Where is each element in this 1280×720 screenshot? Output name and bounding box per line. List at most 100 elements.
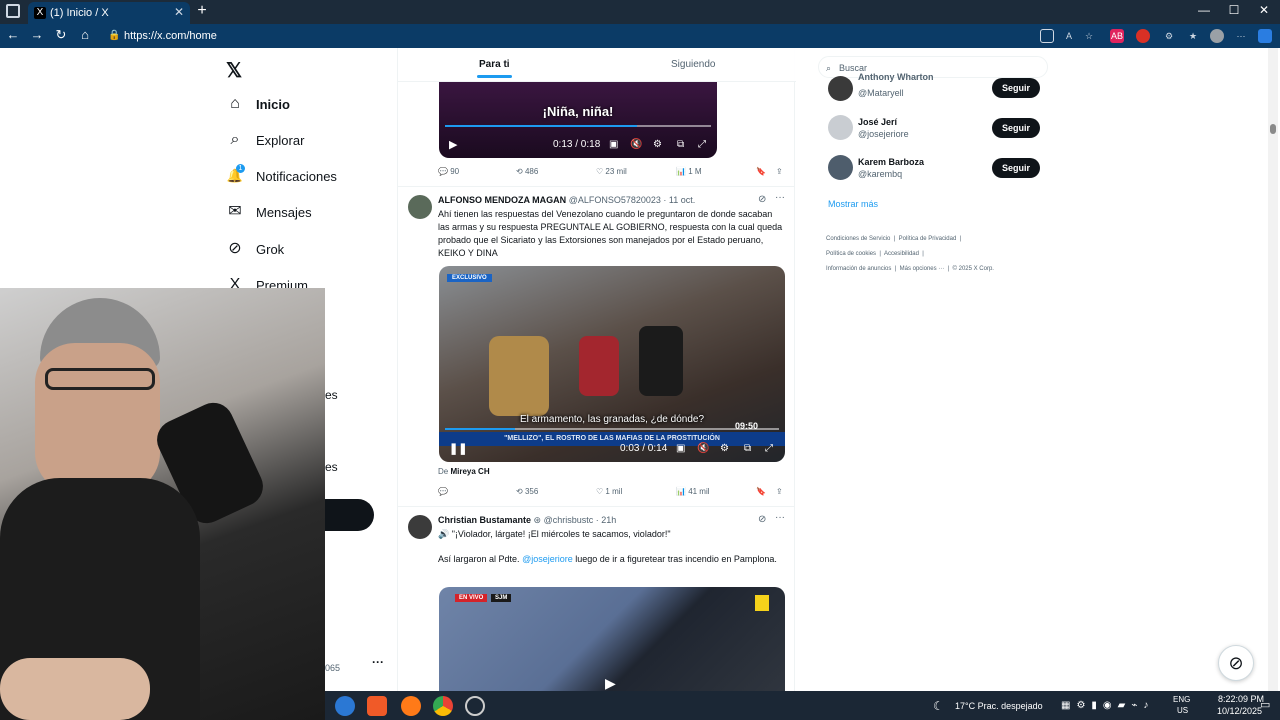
- browser-tab-x[interactable]: X (1) Inicio / X ✕: [28, 2, 190, 24]
- firefox-icon[interactable]: [401, 696, 421, 716]
- extensions-icon[interactable]: ⚙: [1162, 29, 1176, 43]
- who-to-follow-item[interactable]: José Jerí @josejeriore Seguir: [828, 115, 1043, 143]
- account-handle[interactable]: @karembq: [858, 169, 902, 179]
- volume-icon[interactable]: 🔇: [697, 443, 709, 454]
- refresh-icon[interactable]: ↻: [52, 27, 70, 43]
- who-to-follow-item[interactable]: Karem Barboza @karembq Seguir: [828, 155, 1043, 183]
- avatar[interactable]: [408, 195, 432, 219]
- post-button[interactable]: [325, 499, 374, 531]
- mention-link[interactable]: @josejeriore: [522, 554, 573, 564]
- avatar[interactable]: [408, 515, 432, 539]
- back-icon[interactable]: ←: [4, 27, 22, 42]
- author-handle[interactable]: @chrisbustc: [544, 515, 594, 525]
- play-icon[interactable]: ▶: [605, 675, 616, 691]
- like-button[interactable]: ♡ 1 mil: [596, 487, 622, 496]
- tweet-video[interactable]: ¡Niña, niña! ▶ 0:13 / 0:18 ▣ 🔇 ⚙ ⧉ ⤢: [439, 82, 717, 158]
- pip-icon[interactable]: ⧉: [677, 139, 684, 150]
- account-handle[interactable]: @josejeriore: [858, 129, 909, 139]
- more-options-icon[interactable]: ···: [1234, 29, 1248, 43]
- tweet-date[interactable]: · 11 oct.: [663, 195, 695, 205]
- nav-label-partial[interactable]: es: [325, 460, 338, 474]
- home-browser-icon[interactable]: ⌂: [76, 27, 94, 42]
- nav-item-notificaciones[interactable]: 🔔 1 Notificaciones: [226, 162, 337, 190]
- author-handle[interactable]: @ALFONSO57820023: [569, 195, 661, 205]
- follow-button[interactable]: Seguir: [992, 118, 1040, 138]
- footer-link[interactable]: Información de anuncios: [826, 266, 891, 272]
- settings-icon[interactable]: ⚙: [653, 139, 662, 150]
- account-handle[interactable]: @Mataryell: [858, 88, 904, 98]
- footer-link[interactable]: Condiciones de Servicio: [826, 236, 890, 242]
- tweet-video[interactable]: EN VIVO SJM ▶: [439, 587, 785, 691]
- weather-icon[interactable]: ☾: [933, 699, 944, 713]
- avatar[interactable]: [828, 76, 853, 101]
- nav-label-partial[interactable]: es: [325, 388, 338, 402]
- scrollbar-thumb[interactable]: [1270, 124, 1276, 134]
- brave-icon[interactable]: [367, 696, 387, 716]
- tab-siguiendo[interactable]: Siguiendo: [671, 59, 715, 70]
- settings-icon[interactable]: ⚙: [720, 443, 729, 454]
- who-to-follow-item[interactable]: Anthony Wharton @Mataryell Seguir: [828, 72, 1043, 104]
- from-user[interactable]: Mireya CH: [450, 467, 489, 476]
- like-button[interactable]: ♡ 23 mil: [596, 167, 627, 176]
- extension-icon[interactable]: [1136, 29, 1150, 43]
- fullscreen-icon[interactable]: ⤢: [765, 443, 773, 454]
- share-icon[interactable]: ⇪: [776, 487, 783, 496]
- repost-button[interactable]: ⟲ 486: [516, 167, 538, 176]
- author-name[interactable]: Christian Bustamante: [438, 515, 531, 525]
- tab-actions-icon[interactable]: [6, 4, 20, 18]
- bookmark-icon[interactable]: 🔖: [756, 487, 766, 496]
- views-button[interactable]: 📊 41 mil: [676, 487, 710, 496]
- language-indicator[interactable]: ENG: [1173, 695, 1190, 704]
- system-tray-icons[interactable]: ▦⚙▮◉▰⌁♪: [1061, 700, 1154, 711]
- share-icon[interactable]: ⇪: [776, 167, 783, 176]
- nav-item-inicio[interactable]: ⌂ Inicio: [226, 90, 290, 118]
- app-available-icon[interactable]: [1040, 29, 1054, 43]
- minimize-button[interactable]: —: [1194, 3, 1214, 17]
- x-logo-icon[interactable]: 𝕏: [226, 58, 242, 83]
- views-button[interactable]: 📊 1 M: [676, 167, 702, 176]
- footer-link[interactable]: Política de cookies: [826, 251, 876, 257]
- tweet-date[interactable]: · 21h: [596, 515, 617, 525]
- close-window-button[interactable]: ✕: [1254, 3, 1274, 17]
- mute-icon[interactable]: 🔇: [630, 139, 642, 150]
- play-icon[interactable]: ▶: [449, 138, 457, 151]
- captions-icon[interactable]: ▣: [676, 443, 685, 454]
- region-indicator[interactable]: US: [1177, 706, 1188, 715]
- nav-item-explorar[interactable]: ⌕ Explorar: [226, 126, 305, 154]
- reply-button[interactable]: 💬 90: [438, 167, 459, 176]
- page-scrollbar[interactable]: [1268, 48, 1278, 691]
- maximize-button[interactable]: ☐: [1224, 3, 1244, 17]
- follow-button[interactable]: Seguir: [992, 158, 1040, 178]
- repost-button[interactable]: ⟲ 356: [516, 487, 538, 496]
- clock-time[interactable]: 8:22:09 PM: [1218, 694, 1264, 704]
- bookmark-icon[interactable]: 🔖: [756, 167, 766, 176]
- favorites-icon[interactable]: ★: [1186, 29, 1200, 43]
- avatar[interactable]: [828, 115, 853, 140]
- fullscreen-icon[interactable]: ⤢: [698, 139, 706, 150]
- adblock-extension-icon[interactable]: AB: [1110, 29, 1124, 43]
- tab-para-ti[interactable]: Para ti: [477, 59, 512, 78]
- new-tab-button[interactable]: +: [194, 2, 210, 20]
- clock-date[interactable]: 10/12/2025: [1217, 706, 1262, 716]
- nav-item-mensajes[interactable]: ✉ Mensajes: [226, 198, 311, 226]
- favorite-star-icon[interactable]: ☆: [1082, 29, 1096, 43]
- reply-button[interactable]: 💬: [438, 487, 448, 496]
- nav-item-grok[interactable]: ⊘ Grok: [226, 235, 284, 263]
- chrome-icon[interactable]: [433, 696, 453, 716]
- footer-link[interactable]: Accesibilidad: [884, 251, 919, 257]
- edge-icon[interactable]: [335, 696, 355, 716]
- video-progress-bar[interactable]: [445, 428, 779, 430]
- author-name[interactable]: ALFONSO MENDOZA MAGAN: [438, 195, 566, 205]
- tweet-video[interactable]: EXCLUSIVO El armamento, las granadas, ¿d…: [439, 266, 785, 462]
- account-name[interactable]: Karem Barboza: [858, 157, 924, 167]
- more-icon[interactable]: ···: [775, 512, 785, 523]
- weather-text[interactable]: 17°C Prac. despejado: [955, 701, 1043, 711]
- account-name[interactable]: José Jerí: [858, 117, 897, 127]
- forward-icon[interactable]: →: [28, 27, 46, 42]
- avatar[interactable]: [828, 155, 853, 180]
- read-aloud-icon[interactable]: A: [1062, 29, 1076, 43]
- footer-link[interactable]: Más opciones ···: [900, 266, 945, 272]
- grok-explain-icon[interactable]: ⊘: [758, 194, 766, 205]
- grok-floating-button[interactable]: ⊘: [1218, 645, 1254, 681]
- pause-icon[interactable]: ❚❚: [449, 442, 467, 455]
